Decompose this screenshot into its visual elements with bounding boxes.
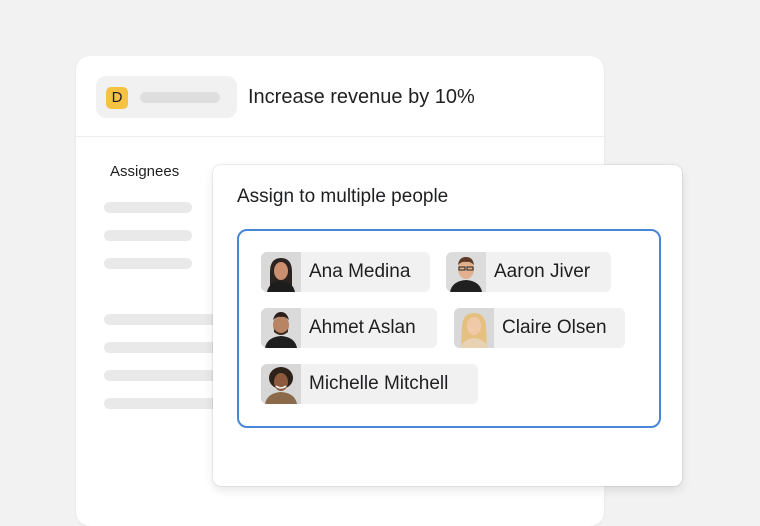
assignee-token-ana-medina[interactable]: Ana Medina xyxy=(261,252,430,292)
goal-owner-chip[interactable]: D xyxy=(96,76,237,118)
assignee-name: Ahmet Aslan xyxy=(309,317,416,338)
assignee-name: Michelle Mitchell xyxy=(309,373,449,394)
assignee-token-ahmet-aslan[interactable]: Ahmet Aslan xyxy=(261,308,437,348)
avatar xyxy=(261,252,301,292)
assignee-name: Claire Olsen xyxy=(502,317,607,338)
goal-badge: D xyxy=(106,87,128,109)
goal-title: Increase revenue by 10% xyxy=(248,86,475,108)
placeholder-line xyxy=(104,258,192,269)
placeholder-line xyxy=(104,230,192,241)
goal-header: D Increase revenue by 10% xyxy=(76,56,604,137)
assignees-label: Assignees xyxy=(110,163,180,180)
avatar xyxy=(261,364,301,404)
assignee-name: Aaron Jiver xyxy=(494,261,591,282)
assignee-token-michelle-mitchell[interactable]: Michelle Mitchell xyxy=(261,364,478,404)
avatar xyxy=(261,308,301,348)
avatar xyxy=(454,308,494,348)
assignee-selector[interactable]: Ana Medina Aaron Jiver Ahmet Aslan Clair… xyxy=(237,229,661,428)
popup-title: Assign to multiple people xyxy=(237,186,449,207)
assignee-token-claire-olsen[interactable]: Claire Olsen xyxy=(454,308,625,348)
assignee-token-aaron-jiver[interactable]: Aaron Jiver xyxy=(446,252,611,292)
placeholder-bar xyxy=(140,92,220,103)
assign-popup: Assign to multiple people Ana Medina Aar… xyxy=(213,165,682,486)
placeholder-line xyxy=(104,202,192,213)
assignee-name: Ana Medina xyxy=(309,261,411,282)
avatar xyxy=(446,252,486,292)
